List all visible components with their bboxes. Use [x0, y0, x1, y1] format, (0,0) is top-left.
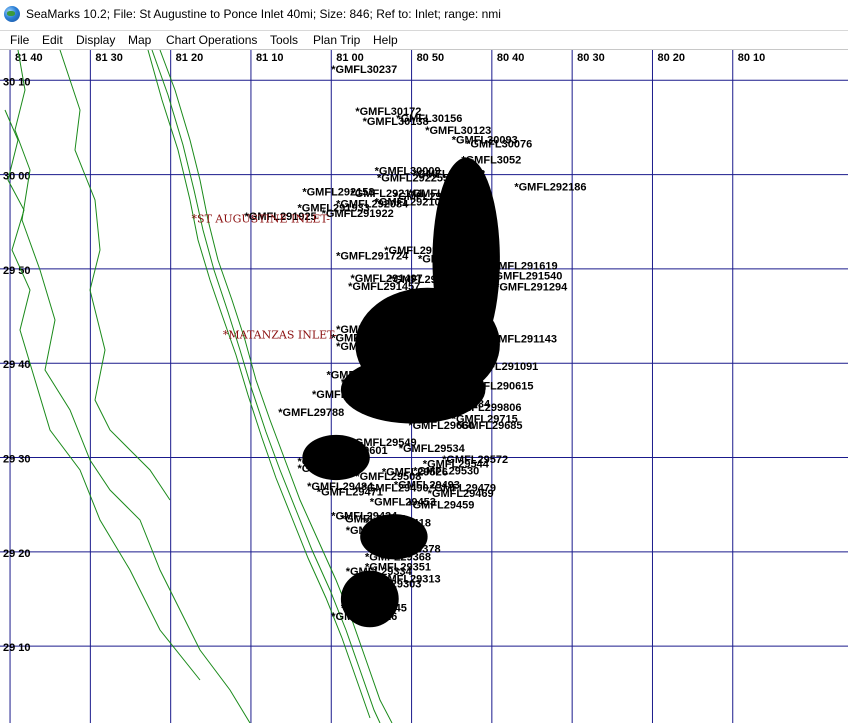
waypoint-label[interactable]: *GMFL29303: [355, 579, 421, 591]
menu-help[interactable]: Help: [373, 33, 398, 47]
map-canvas[interactable]: 81 40 81 30 81 20 81 10 81 00 80 50 80 40 80 30…: [0, 50, 848, 723]
waypoint-label[interactable]: *GMFL291143: [485, 334, 557, 346]
waypoint-label[interactable]: *GMFL30076: [466, 138, 532, 150]
waypoint-label[interactable]: *GMFL291091: [466, 361, 538, 373]
waypoint-label[interactable]: *GMFL29412: [346, 525, 412, 537]
title-bar: SeaMarks 10.2; File: St Augustine to Pon…: [0, 0, 848, 31]
lon-tick-label: 81 20: [176, 52, 204, 64]
waypoint-label[interactable]: *GMFL29530: [413, 465, 479, 477]
lon-tick-label: 81 10: [256, 52, 284, 64]
lat-tick-label: 29 50: [3, 265, 31, 277]
globe-icon[interactable]: [4, 6, 20, 22]
lon-tick-label: 81 30: [95, 52, 123, 64]
lon-tick-label: 80 30: [577, 52, 605, 64]
lat-tick-label: 30 00: [3, 171, 31, 183]
waypoint-label[interactable]: *GMFL29685: [457, 420, 523, 432]
menu-map[interactable]: Map: [128, 33, 151, 47]
menu-tools[interactable]: Tools: [270, 33, 298, 47]
waypoint-label[interactable]: *GMFL291540: [490, 270, 562, 282]
waypoint-label[interactable]: *GMFL291096: [336, 341, 408, 353]
lon-tick-label: 80 40: [497, 52, 525, 64]
waypoint-label[interactable]: *GMFL29788: [278, 407, 344, 419]
lat-tick-label: 29 30: [3, 454, 31, 466]
river-creek: [59, 50, 171, 501]
waypoint-label[interactable]: *GMFL291922: [322, 208, 394, 220]
waypoint-label[interactable]: *GMFL290930: [341, 377, 413, 389]
waypoint-label[interactable]: *GMFL291294: [495, 282, 568, 294]
lon-tick-label: 80 10: [738, 52, 766, 64]
lat-tick-label: 29 20: [3, 548, 31, 560]
waypoint-label[interactable]: *GMFL29534: [399, 443, 466, 455]
menu-bar: File Edit Display Map Chart Operations T…: [0, 31, 848, 50]
lon-tick-label: 81 00: [336, 52, 364, 64]
waypoint-label[interactable]: *GMFL29469: [428, 488, 494, 500]
waypoint-label[interactable]: *GMFL29226: [331, 611, 397, 623]
place-label[interactable]: *MATANZAS INLET-: [223, 329, 337, 342]
waypoint-label[interactable]: *GMFL291444: [389, 274, 462, 286]
waypoint-label[interactable]: *GMFL30138: [363, 116, 429, 128]
lat-tick-label: 30 10: [3, 76, 31, 88]
menu-file[interactable]: File: [10, 33, 29, 47]
menu-edit[interactable]: Edit: [42, 33, 63, 47]
waypoint-label[interactable]: *GMFL29526: [298, 463, 364, 475]
place-names: *ST AUGUSTINE INLET- *MATANZAS INLET-: [192, 213, 338, 342]
lon-tick-label: 80 20: [657, 52, 685, 64]
menu-chart-operations[interactable]: Chart Operations: [166, 33, 257, 47]
place-label[interactable]: *ST AUGUSTINE INLET-: [192, 213, 331, 226]
window-title: SeaMarks 10.2; File: St Augustine to Pon…: [26, 7, 501, 21]
menu-plan-trip[interactable]: Plan Trip: [313, 33, 360, 47]
river-west: [14, 50, 251, 723]
waypoint-label[interactable]: *GMFL29459: [408, 499, 474, 511]
lon-tick-label: 80 50: [417, 52, 445, 64]
waypoint-label[interactable]: *GMFL30237: [331, 64, 397, 76]
lat-tick-label: 29 10: [3, 642, 31, 654]
waypoint-label[interactable]: *GMFL292186: [514, 181, 586, 193]
waypoint-label[interactable]: *GMFL290615: [461, 381, 533, 393]
chart-map[interactable]: 81 40 81 30 81 20 81 10 81 00 80 50 80 40 80 30…: [0, 50, 848, 723]
waypoint-label[interactable]: *GMFL29905: [312, 389, 378, 401]
menu-display[interactable]: Display: [76, 33, 115, 47]
lat-tick-label: 29 40: [3, 359, 31, 371]
waypoint-label[interactable]: *GMFL3052: [461, 154, 521, 166]
waypoint-label[interactable]: *GMFL292255: [377, 172, 449, 184]
waypoint-label[interactable]: *GMFL291591: [418, 253, 490, 265]
